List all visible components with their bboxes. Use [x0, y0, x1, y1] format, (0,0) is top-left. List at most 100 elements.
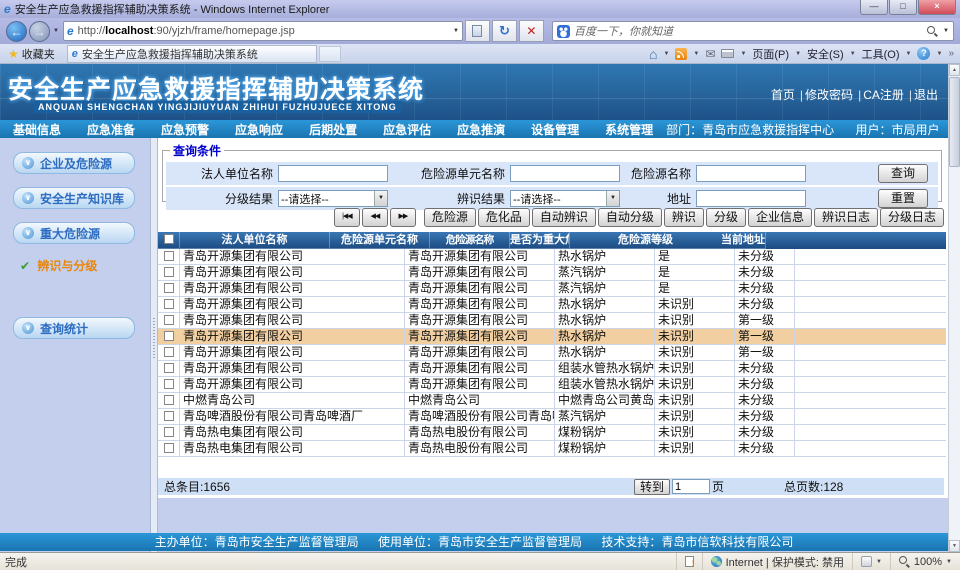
- grade-result-select[interactable]: --请选择-- ▼: [278, 190, 388, 207]
- table-row[interactable]: 青岛开源集团有限公司 青岛开源集团有限公司 蒸汽锅炉 是 未分级: [158, 281, 946, 297]
- goto-page-button[interactable]: 转到: [634, 479, 670, 495]
- mail-icon[interactable]: ✉: [705, 47, 715, 61]
- nav-menu-item[interactable]: 应急准备: [74, 121, 148, 138]
- table-row[interactable]: 青岛开源集团有限公司 青岛开源集团有限公司 热水锅炉 是 未分级: [158, 249, 946, 265]
- help-icon[interactable]: ?: [917, 47, 930, 60]
- sidebar-group-button[interactable]: ∨ 企业及危险源: [13, 152, 135, 174]
- scroll-up-button[interactable]: ▲: [949, 64, 960, 76]
- row-checkbox[interactable]: [164, 299, 174, 309]
- row-checkbox[interactable]: [164, 363, 174, 373]
- header-link[interactable]: 修改密码: [795, 88, 853, 102]
- minimize-button[interactable]: —: [860, 0, 888, 15]
- compatibility-view-button[interactable]: [465, 20, 490, 42]
- sidebar-group-button[interactable]: ∨ 安全生产知识库: [13, 187, 135, 209]
- column-header[interactable]: 是否为重大危险源: [510, 232, 570, 249]
- table-row[interactable]: 青岛热电集团有限公司 青岛热电股份有限公司 煤粉锅炉 未识别 未分级: [158, 441, 946, 457]
- forward-button[interactable]: →: [29, 21, 50, 42]
- nav-menu-item[interactable]: 应急预警: [148, 121, 222, 138]
- menu-tools[interactable]: 工具(O): [862, 46, 900, 62]
- nav-menu-item[interactable]: 应急推演: [444, 121, 518, 138]
- menu-page[interactable]: 页面(P): [752, 46, 789, 62]
- column-header[interactable]: 法人单位名称: [180, 232, 330, 249]
- home-dropdown-icon[interactable]: ▼: [663, 51, 669, 57]
- select-all-checkbox[interactable]: [164, 234, 174, 244]
- table-row[interactable]: 青岛开源集团有限公司 青岛开源集团有限公司 热水锅炉 未识别 第一级: [158, 329, 946, 345]
- row-checkbox[interactable]: [164, 251, 174, 261]
- table-row[interactable]: 青岛开源集团有限公司 青岛开源集团有限公司 组装水管热水锅炉 未识别 未分级: [158, 361, 946, 377]
- nav-menu-item[interactable]: 系统管理: [592, 121, 666, 138]
- address-bar-input[interactable]: e http://localhost:90/yjzh/frame/homepag…: [63, 21, 463, 41]
- row-checkbox[interactable]: [164, 267, 174, 277]
- back-button[interactable]: ←: [6, 21, 27, 42]
- rss-icon[interactable]: [675, 48, 687, 60]
- table-row[interactable]: 青岛啤酒股份有限公司青岛啤酒厂 青岛啤酒股份有限公司青岛啤酒厂 蒸汽锅炉 未识别…: [158, 409, 946, 425]
- scrollbar-thumb[interactable]: [949, 77, 960, 167]
- row-checkbox[interactable]: [164, 331, 174, 341]
- row-checkbox[interactable]: [164, 427, 174, 437]
- search-button[interactable]: 查询: [878, 164, 928, 183]
- sidebar-splitter[interactable]: [150, 138, 158, 552]
- table-row[interactable]: 青岛开源集团有限公司 青岛开源集团有限公司 热水锅炉 未识别 第一级: [158, 313, 946, 329]
- menu-safety[interactable]: 安全(S): [807, 46, 844, 62]
- stop-button[interactable]: ✕: [519, 20, 544, 42]
- url-dropdown-icon[interactable]: ▼: [453, 28, 459, 34]
- search-icon[interactable]: [927, 26, 938, 37]
- sidebar-item-active[interactable]: ✔ 辨识与分级: [20, 257, 150, 274]
- zoom-dropdown-icon[interactable]: ▼: [946, 559, 952, 565]
- favorites-button[interactable]: ★ 收藏夹: [0, 45, 63, 63]
- row-checkbox[interactable]: [164, 347, 174, 357]
- protected-mode-dropdown-icon[interactable]: ▼: [876, 559, 882, 565]
- close-button[interactable]: ×: [918, 0, 956, 15]
- unit-name-input[interactable]: [510, 165, 620, 182]
- toolbar-action-button[interactable]: 危化品: [478, 208, 530, 227]
- column-header[interactable]: 危险源等级: [570, 232, 721, 249]
- nav-menu-item[interactable]: 应急评估: [370, 121, 444, 138]
- home-icon[interactable]: ⌂: [649, 48, 657, 60]
- header-link[interactable]: 退出: [904, 88, 938, 102]
- table-row[interactable]: 青岛开源集团有限公司 青岛开源集团有限公司 组装水管热水锅炉 未识别 未分级: [158, 377, 946, 393]
- column-header[interactable]: 当前地址: [721, 232, 766, 249]
- reset-button[interactable]: 重置: [878, 189, 928, 208]
- pager-button[interactable]: ▶▶: [390, 208, 416, 227]
- corp-name-input[interactable]: [278, 165, 388, 182]
- pager-button[interactable]: ◀◀: [362, 208, 388, 227]
- toolbar-action-button[interactable]: 企业信息: [748, 208, 812, 227]
- table-row[interactable]: 青岛热电集团有限公司 青岛热电股份有限公司 煤粉锅炉 未识别 未分级: [158, 425, 946, 441]
- nav-menu-item[interactable]: 基础信息: [0, 121, 74, 138]
- browser-tab[interactable]: e 安全生产应急救援指挥辅助决策系统: [67, 45, 317, 63]
- maximize-button[interactable]: □: [889, 0, 917, 15]
- page-number-input[interactable]: [672, 479, 710, 494]
- identify-result-select[interactable]: --请选择-- ▼: [510, 190, 620, 207]
- print-dropdown-icon[interactable]: ▼: [740, 51, 746, 57]
- toolbar-action-button[interactable]: 辨识: [664, 208, 704, 227]
- nav-menu-item[interactable]: 应急响应: [222, 121, 296, 138]
- pager-button[interactable]: |◀◀: [334, 208, 360, 227]
- table-row[interactable]: 青岛开源集团有限公司 青岛开源集团有限公司 热水锅炉 未识别 未分级: [158, 297, 946, 313]
- print-icon[interactable]: [721, 49, 734, 58]
- table-row[interactable]: 青岛开源集团有限公司 青岛开源集团有限公司 热水锅炉 未识别 第一级: [158, 345, 946, 361]
- toolbar-action-button[interactable]: 自动分级: [598, 208, 662, 227]
- rss-dropdown-icon[interactable]: ▼: [693, 51, 699, 57]
- source-name-input[interactable]: [696, 165, 806, 182]
- row-checkbox[interactable]: [164, 395, 174, 405]
- refresh-button[interactable]: ↻: [492, 20, 517, 42]
- table-row[interactable]: 青岛开源集团有限公司 青岛开源集团有限公司 蒸汽锅炉 是 未分级: [158, 265, 946, 281]
- vertical-scrollbar[interactable]: ▲ ▼: [948, 64, 960, 552]
- overflow-chevron-icon[interactable]: »: [948, 48, 954, 59]
- table-row[interactable]: 中燃青岛公司 中燃青岛公司 中燃青岛公司黄岛油库锅炉 未识别 未分级: [158, 393, 946, 409]
- nav-menu-item[interactable]: 设备管理: [518, 121, 592, 138]
- recent-pages-dropdown-icon[interactable]: ▼: [53, 28, 59, 34]
- toolbar-action-button[interactable]: 危险源: [424, 208, 476, 227]
- nav-menu-item[interactable]: 后期处置: [296, 121, 370, 138]
- column-header[interactable]: 危险源名称: [430, 232, 510, 249]
- sidebar-group-button[interactable]: ∨ 重大危险源: [13, 222, 135, 244]
- toolbar-action-button[interactable]: 自动辨识: [532, 208, 596, 227]
- toolbar-action-button[interactable]: 辨识日志: [814, 208, 878, 227]
- row-checkbox[interactable]: [164, 283, 174, 293]
- protected-mode-icon[interactable]: [861, 556, 872, 567]
- search-dropdown-icon[interactable]: ▼: [943, 28, 949, 34]
- privacy-report-icon[interactable]: [685, 556, 694, 567]
- column-header[interactable]: 危险源单元名称: [330, 232, 430, 249]
- address-input[interactable]: [696, 190, 806, 207]
- sidebar-group-button[interactable]: ∨ 查询统计: [13, 317, 135, 339]
